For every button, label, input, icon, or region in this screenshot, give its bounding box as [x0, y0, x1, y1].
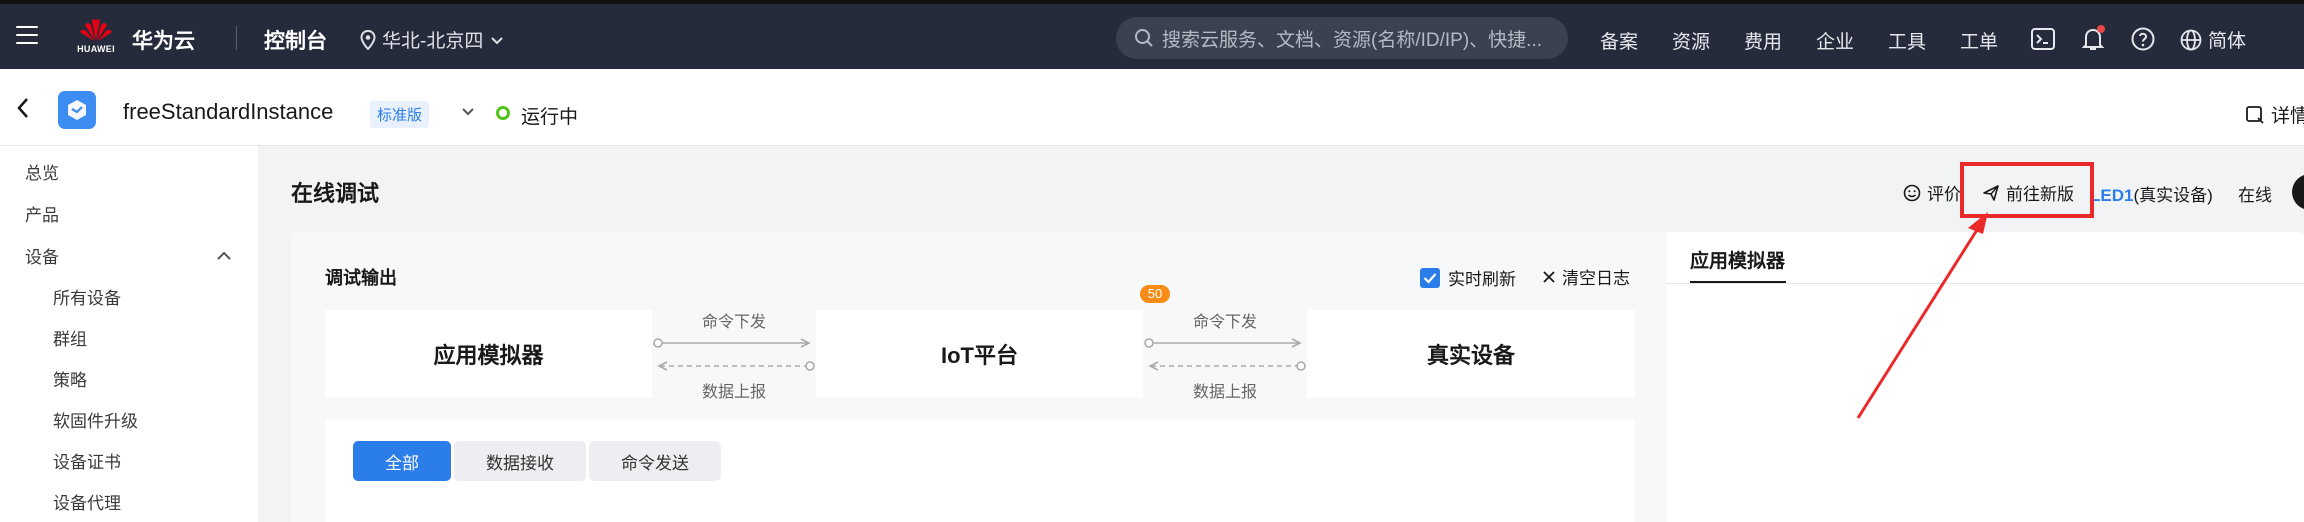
sidebar-item-proxy[interactable]: 设备代理	[53, 489, 121, 514]
rate-label: 评价	[1927, 185, 1961, 204]
menu-icon[interactable]	[16, 26, 38, 44]
annotation-highlight-box	[1960, 162, 2094, 218]
edition-badge: 标准版	[370, 101, 430, 128]
huawei-logo[interactable]: HUAWEI	[74, 17, 118, 61]
flow-app-simulator: 应用模拟器	[325, 310, 652, 398]
sidebar-item-policies[interactable]: 策略	[53, 366, 87, 391]
flow-label-data-up-1: 数据上报	[702, 384, 767, 401]
clear-log-button[interactable]: 清空日志	[1542, 264, 1630, 289]
message-count-badge: 50	[1140, 285, 1170, 303]
smile-icon	[1903, 184, 1921, 201]
terminal-icon[interactable]	[2030, 26, 2056, 52]
brand-name[interactable]: 华为云	[132, 25, 195, 55]
instance-cube-icon	[58, 91, 96, 129]
sidebar-item-groups[interactable]: 群组	[53, 325, 87, 350]
realtime-refresh-checkbox[interactable]: 实时刷新	[1420, 265, 1516, 290]
app-simulator-panel	[1666, 232, 2304, 522]
sidebar-item-all-devices[interactable]: 所有设备	[53, 284, 121, 309]
back-arrow-icon[interactable]	[16, 97, 30, 124]
flow-label-command-down-2: 命令下发	[1193, 314, 1258, 331]
sidebar-item-certificates[interactable]: 设备证书	[53, 448, 121, 473]
detail-label: 详情	[2271, 106, 2304, 127]
detail-icon	[2246, 105, 2264, 124]
huawei-logo-icon	[80, 19, 112, 41]
flow-label-command-down-1: 命令下发	[702, 314, 767, 331]
top-navigation-bar: HUAWEI 华为云 控制台 华北-北京四 搜索云服务、文档、资源(名称/ID/…	[0, 0, 2304, 69]
chevron-down-icon	[491, 36, 504, 44]
flow-real-device: 真实设备	[1307, 310, 1635, 398]
sidebar-item-products[interactable]: 产品	[25, 201, 59, 226]
instance-detail-link[interactable]: 详情	[2245, 101, 2304, 128]
nav-tools[interactable]: 工具	[1888, 27, 1926, 54]
flow-iot-platform: IoT平台	[816, 310, 1143, 398]
realtime-refresh-label: 实时刷新	[1448, 270, 1516, 289]
nav-resources[interactable]: 资源	[1672, 27, 1710, 54]
sidebar-item-firmware[interactable]: 软固件升级	[53, 407, 138, 432]
language-selector[interactable]: 简体	[2180, 26, 2246, 53]
tab-all[interactable]: 全部	[353, 441, 451, 481]
console-link[interactable]: 控制台	[264, 25, 327, 55]
close-icon	[1543, 270, 1555, 283]
help-icon[interactable]	[2130, 26, 2156, 52]
divider	[236, 26, 237, 50]
instance-switch-chevron-icon[interactable]	[460, 103, 476, 124]
region-selector[interactable]: 华北-北京四	[360, 26, 505, 53]
tab-divider	[1666, 283, 2304, 284]
debug-output-title: 调试输出	[325, 268, 397, 288]
logo-text: HUAWEI	[77, 44, 115, 54]
sidebar-item-overview[interactable]: 总览	[25, 159, 59, 184]
search-icon	[1135, 29, 1153, 47]
nav-enterprise[interactable]: 企业	[1816, 27, 1854, 54]
bell-icon[interactable]	[2080, 25, 2106, 52]
global-search-input[interactable]: 搜索云服务、文档、资源(名称/ID/IP)、快捷...	[1116, 17, 1568, 59]
device-type: (真实设备)	[2133, 186, 2213, 205]
sidebar: 总览 产品 设备 所有设备 群组 策略 软固件升级 设备证书 设备代理	[0, 146, 258, 522]
notification-dot	[2097, 25, 2105, 33]
nav-beian[interactable]: 备案	[1600, 27, 1638, 54]
active-tab-indicator	[1690, 281, 1786, 283]
running-status-icon	[496, 106, 510, 120]
language-label: 简体	[2208, 31, 2247, 52]
globe-icon	[2180, 29, 2202, 50]
instance-header: freeStandardInstance 标准版 运行中 详情	[0, 69, 2304, 146]
device-online-status: 在线	[2238, 186, 2272, 205]
page-title: 在线调试	[291, 181, 380, 206]
nav-billing[interactable]: 费用	[1744, 27, 1782, 54]
rate-button[interactable]: 评价	[1903, 180, 1961, 205]
toggle-switch[interactable]	[2292, 174, 2304, 210]
location-pin-icon	[360, 29, 376, 50]
instance-name: freeStandardInstance	[123, 99, 334, 124]
tab-command-sent[interactable]: 命令发送	[589, 441, 721, 481]
check-icon	[1420, 267, 1440, 288]
nav-tickets[interactable]: 工单	[1960, 27, 1998, 54]
tab-app-simulator[interactable]: 应用模拟器	[1690, 246, 1785, 273]
tab-data-received[interactable]: 数据接收	[454, 441, 586, 481]
chevron-up-icon[interactable]	[216, 249, 232, 268]
region-label: 华北-北京四	[382, 31, 484, 52]
instance-status: 运行中	[521, 107, 579, 128]
clear-log-label: 清空日志	[1562, 269, 1630, 288]
device-name: LED1	[2090, 186, 2134, 205]
search-placeholder: 搜索云服务、文档、资源(名称/ID/IP)、快捷...	[1162, 29, 1543, 51]
sidebar-item-devices[interactable]: 设备	[25, 243, 59, 268]
device-selector[interactable]: LED1(真实设备)	[2090, 181, 2213, 206]
flow-label-data-up-2: 数据上报	[1193, 384, 1258, 401]
